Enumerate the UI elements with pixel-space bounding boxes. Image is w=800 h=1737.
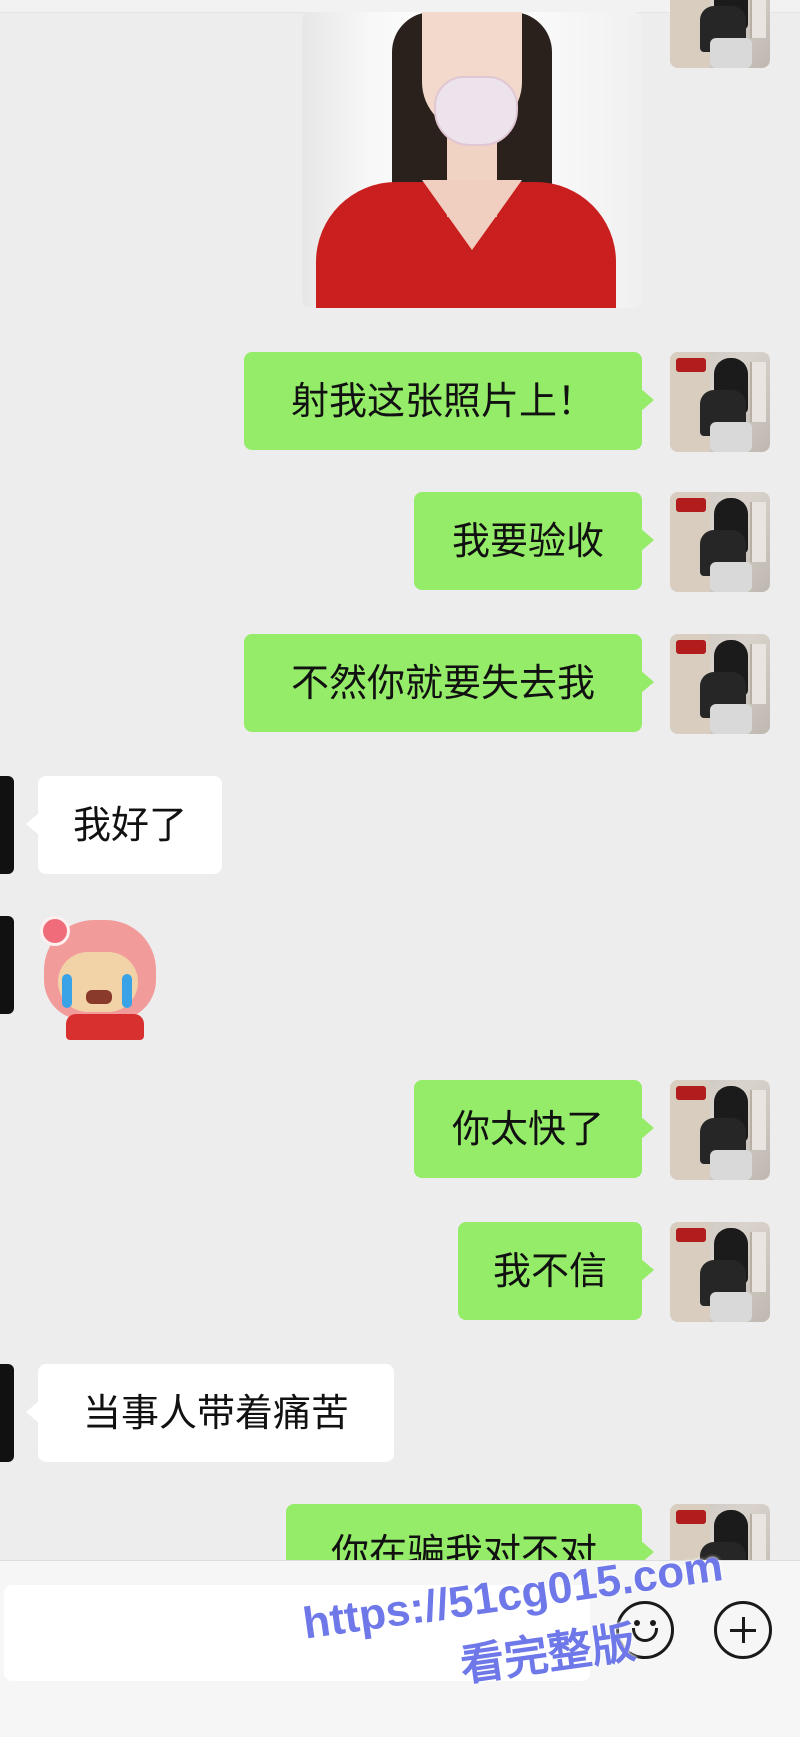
message-bubble-incoming[interactable]: 当事人带着痛苦	[26, 1364, 394, 1462]
my-avatar[interactable]	[670, 634, 770, 734]
contact-avatar[interactable]	[0, 1364, 14, 1462]
my-avatar[interactable]	[670, 0, 770, 68]
my-avatar[interactable]	[670, 492, 770, 592]
shared-photo[interactable]	[302, 12, 642, 308]
my-avatar[interactable]	[670, 1080, 770, 1180]
my-avatar[interactable]	[670, 352, 770, 452]
message-bubble-outgoing[interactable]: 射我这张照片上！	[244, 352, 654, 450]
message-bubble-outgoing[interactable]: 不然你就要失去我	[244, 634, 654, 732]
message-bubble-outgoing[interactable]: 我不信	[458, 1222, 654, 1320]
message-bubble-outgoing[interactable]: 你太快了	[414, 1080, 654, 1178]
my-avatar[interactable]	[670, 1222, 770, 1322]
crying-sticker[interactable]	[40, 912, 160, 1042]
chat-area[interactable]: 射我这张照片上！ 我要验收 不然你就要失去我 我好了 你太快了 我不信 当事人带…	[0, 0, 800, 1560]
contact-avatar[interactable]	[0, 916, 14, 1014]
message-bubble-incoming[interactable]: 我好了	[26, 776, 222, 874]
contact-avatar[interactable]	[0, 776, 14, 874]
message-bubble-outgoing[interactable]: 你在骗我对不对	[286, 1504, 654, 1560]
message-bubble-outgoing[interactable]: 我要验收	[414, 492, 654, 590]
